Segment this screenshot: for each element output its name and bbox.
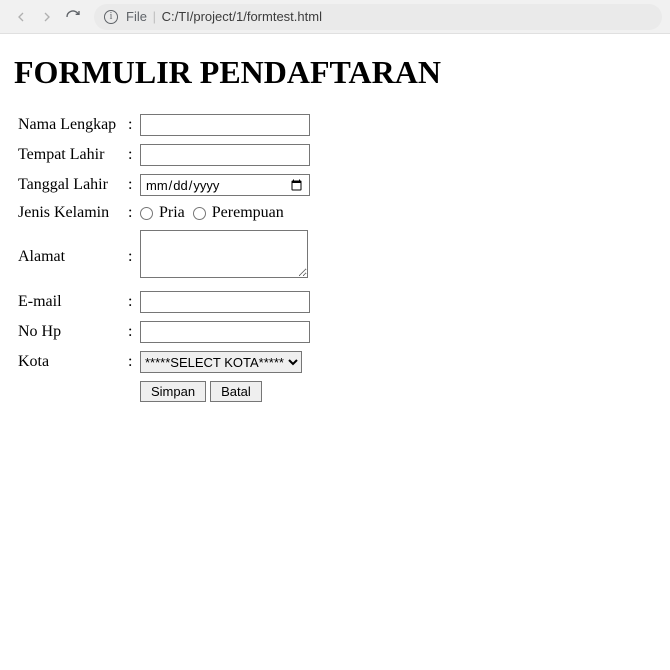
forward-button[interactable] (34, 4, 60, 30)
colon: : (126, 227, 136, 286)
simpan-button[interactable]: Simpan (140, 381, 206, 402)
page-content: FORMULIR PENDAFTARAN Nama Lengkap : Temp… (0, 34, 670, 419)
address-bar[interactable]: i File | C:/TI/project/1/formtest.html (94, 4, 662, 30)
tempat-label: Tempat Lahir (16, 141, 124, 169)
colon: : (126, 318, 136, 346)
tempat-input[interactable] (140, 144, 310, 166)
info-icon: i (104, 10, 118, 24)
nama-input[interactable] (140, 114, 310, 136)
colon: : (126, 141, 136, 169)
browser-toolbar: i File | C:/TI/project/1/formtest.html (0, 0, 670, 34)
nohp-label: No Hp (16, 318, 124, 346)
colon: : (126, 111, 136, 139)
kota-label: Kota (16, 348, 124, 376)
tanggal-label: Tanggal Lahir (16, 171, 124, 199)
colon: : (126, 171, 136, 199)
address-text: File | C:/TI/project/1/formtest.html (126, 9, 322, 24)
radio-pria-label: Pria (159, 204, 185, 221)
radio-perempuan[interactable] (193, 207, 206, 220)
colon: : (126, 348, 136, 376)
kota-select[interactable]: *****SELECT KOTA***** (140, 351, 302, 373)
reload-button[interactable] (60, 4, 86, 30)
colon: : (126, 288, 136, 316)
page-title: FORMULIR PENDAFTARAN (14, 54, 656, 91)
radio-pria[interactable] (140, 207, 153, 220)
radio-perempuan-wrap[interactable]: Perempuan (193, 204, 284, 221)
email-label: E-mail (16, 288, 124, 316)
registration-form: Nama Lengkap : Tempat Lahir : Tanggal La… (14, 109, 314, 407)
colon: : (126, 201, 136, 225)
tanggal-input[interactable] (140, 174, 310, 196)
radio-pria-wrap[interactable]: Pria (140, 204, 189, 221)
address-prefix: File (126, 9, 147, 24)
email-input[interactable] (140, 291, 310, 313)
alamat-label: Alamat (16, 227, 124, 286)
address-path: C:/TI/project/1/formtest.html (162, 9, 322, 24)
radio-perempuan-label: Perempuan (212, 204, 284, 221)
nama-label: Nama Lengkap (16, 111, 124, 139)
alamat-input[interactable] (140, 230, 308, 278)
batal-button[interactable]: Batal (210, 381, 262, 402)
back-button[interactable] (8, 4, 34, 30)
jenis-label: Jenis Kelamin (16, 201, 124, 225)
nohp-input[interactable] (140, 321, 310, 343)
address-separator: | (153, 9, 156, 24)
